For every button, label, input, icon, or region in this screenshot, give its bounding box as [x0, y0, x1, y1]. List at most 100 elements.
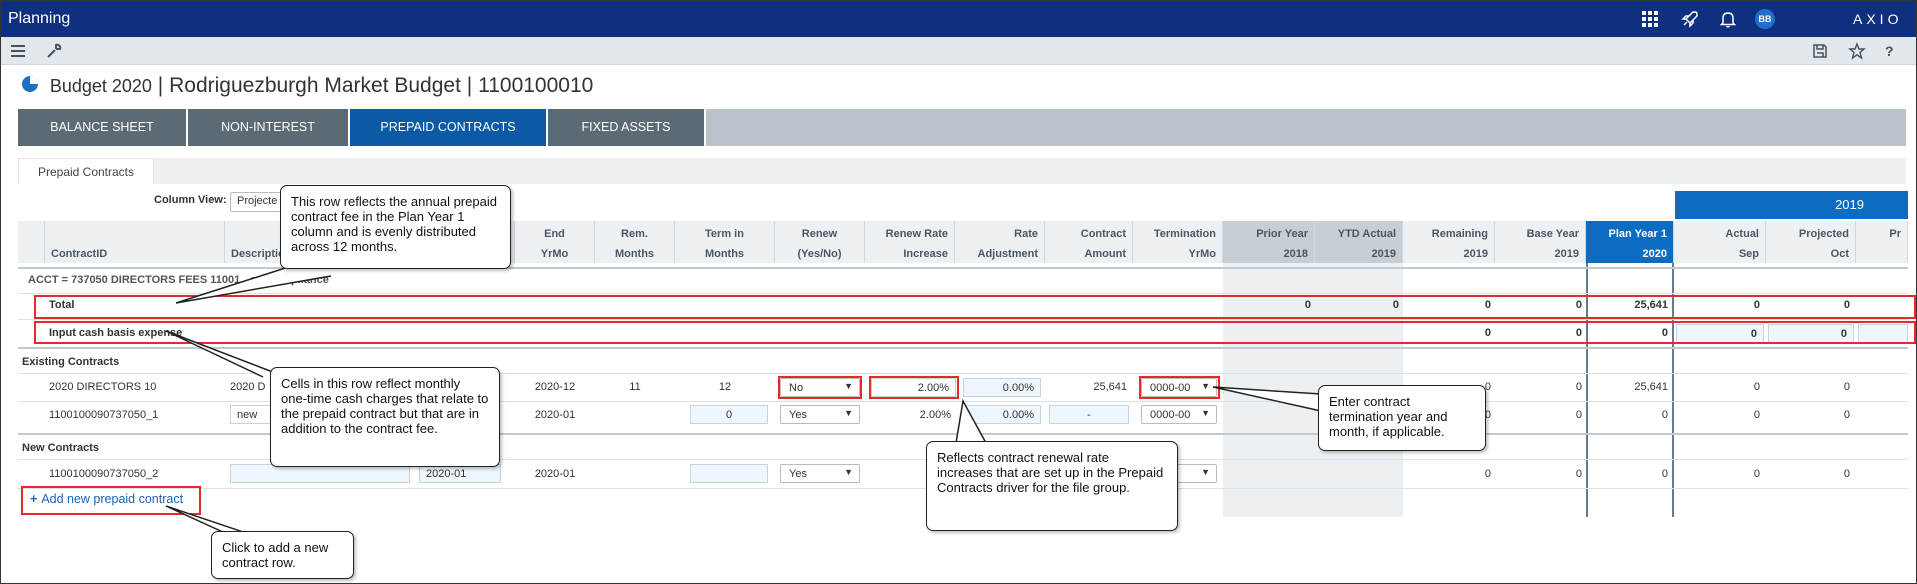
contract-actual-sep: 0 [1753, 381, 1760, 393]
highlight-add-link [21, 486, 201, 515]
highlight-cash-row [34, 321, 1916, 344]
col-header-renew: Renew (Yes/No) [775, 221, 865, 263]
contract-plan-year: 25,641 [1634, 381, 1668, 393]
bell-icon[interactable] [1718, 9, 1738, 29]
budget-name: Rodriguezburgh Market Budget [169, 74, 461, 97]
col-header-remaining: Remaining 2019 [1403, 221, 1495, 263]
contract-projected-oct: 0 [1843, 468, 1850, 480]
callout-annual-fee: This row reflects the annual prepaid con… [280, 185, 511, 269]
col-header-actual-sep: Actual Sep [1674, 221, 1766, 263]
contract-plan-year: 0 [1661, 468, 1668, 480]
budget-code: 1100100010 [478, 74, 594, 97]
year-band: 2019 [1675, 191, 1908, 219]
col-header-rem-months: Rem. Months [595, 221, 675, 263]
contract-actual-sep: 0 [1753, 409, 1760, 421]
contract-projected-oct: 0 [1843, 381, 1850, 393]
help-icon[interactable]: ? [1885, 42, 1903, 60]
contract-end-yrmo: 2020-12 [534, 381, 576, 393]
rate-adjustment-input[interactable]: 0.00% [963, 405, 1041, 424]
title-separator: | [157, 74, 164, 97]
col-header-term-months: Term in Months [675, 221, 775, 263]
tab-non-interest[interactable]: NON-INTEREST [188, 109, 348, 146]
contract-id: 2020 DIRECTORS 10 [49, 381, 157, 393]
col-header-termination: Termination YrMo [1133, 221, 1223, 263]
pie-chart-icon [20, 74, 40, 100]
row-divider [18, 293, 1908, 294]
star-icon[interactable] [1848, 42, 1866, 60]
tab-prepaid-contracts[interactable]: PREPAID CONTRACTS [350, 109, 546, 146]
menu-icon[interactable] [9, 42, 27, 60]
budget-label: Budget 2020 [49, 76, 152, 96]
account-row-label-tail: on Compliance [250, 274, 329, 286]
save-icon[interactable] [1811, 42, 1829, 60]
subtab-prepaid-contracts[interactable]: Prepaid Contracts [18, 158, 154, 184]
term-months-input[interactable]: 0 [690, 405, 768, 424]
contract-base-year: 0 [1575, 468, 1582, 480]
contract-plan-year: 0 [1661, 409, 1668, 421]
tab-bar-filler [706, 109, 1906, 146]
chevron-down-icon: ▼ [844, 467, 853, 477]
renew-select[interactable]: Yes ▼ [780, 464, 860, 483]
contract-amount-input[interactable]: - [1049, 405, 1129, 424]
renew-select[interactable]: Yes ▼ [780, 405, 860, 424]
col-header-blank [18, 221, 45, 263]
col-header-ytd-actual: YTD Actual 2019 [1315, 221, 1403, 263]
col-header-renew-rate: Renew Rate Increase [865, 221, 955, 263]
wrench-icon[interactable] [45, 42, 63, 60]
app-header: Planning BB AXIO [1, 1, 1916, 37]
page-title: Budget 2020 | Rodriguezburgh Market Budg… [20, 74, 593, 100]
callout-add-row: Click to add a new contract row. [211, 531, 354, 579]
callout-renewal-rate: Reflects contract renewal rate increases… [926, 441, 1178, 531]
tab-balance-sheet[interactable]: BALANCE SHEET [18, 109, 186, 146]
existing-contracts-heading: Existing Contracts [22, 356, 120, 368]
highlight-renew-rate-cell [869, 376, 959, 399]
tab-fixed-assets[interactable]: FIXED ASSETS [548, 109, 704, 146]
contract-id: 1100100090737050_1 [49, 409, 159, 421]
highlight-termination-cell [1139, 376, 1220, 399]
row-divider [18, 319, 1908, 320]
contract-rem-months: 11 [629, 381, 641, 393]
col-header-end-yrmo: End YrMo [515, 221, 595, 263]
termination-select[interactable]: 0000-00 ▼ [1141, 405, 1217, 424]
apps-grid-icon[interactable] [1640, 9, 1660, 29]
toolbar: ? [1, 37, 1916, 65]
contract-term-months: 12 [718, 381, 732, 393]
col-header-projected-next: Pr [1856, 221, 1908, 263]
contract-projected-oct: 0 [1843, 409, 1850, 421]
col-header-plan-year-1: Plan Year 1 2020 [1586, 221, 1674, 263]
callout-cash-charges: Cells in this row reflect monthly one-ti… [270, 367, 500, 467]
rate-adjustment-input[interactable]: 0.00% [963, 378, 1041, 397]
contract-base-year: 0 [1575, 409, 1582, 421]
contract-end-yrmo: 2020-01 [534, 468, 576, 480]
contract-remaining: 0 [1484, 468, 1491, 480]
renew-rate-increase: 2.00% [919, 409, 951, 421]
new-contracts-heading: New Contracts [22, 442, 100, 454]
col-header-prior-year: Prior Year 2018 [1223, 221, 1315, 263]
callout-termination: Enter contract termination year and mont… [1318, 385, 1486, 451]
chevron-down-icon: ▼ [1201, 408, 1210, 418]
col-header-contract-amount: Contract Amount [1045, 221, 1133, 263]
user-avatar[interactable]: BB [1755, 9, 1775, 29]
contract-amount: 25,641 [1093, 381, 1127, 393]
chevron-down-icon: ▼ [844, 408, 853, 418]
row-divider [18, 347, 1908, 349]
column-view-label: Column View: [154, 194, 227, 206]
app-window: { "app": { "title": "Planning", "brand":… [0, 0, 1917, 584]
term-months-input[interactable] [690, 464, 768, 483]
col-header-projected-oct: Projected Oct [1766, 221, 1856, 263]
highlight-renew-cell [778, 376, 862, 399]
brand-logo: AXIO [1853, 11, 1903, 27]
col-header-base-year: Base Year 2019 [1495, 221, 1586, 263]
chevron-down-icon: ▼ [1201, 467, 1210, 477]
subtab-bar [154, 158, 1906, 184]
highlight-total-row [34, 295, 1916, 319]
contract-end-yrmo: 2020-01 [534, 409, 576, 421]
app-title: Planning [8, 10, 71, 27]
contract-id: 1100100090737050_2 [49, 468, 159, 480]
contract-actual-sep: 0 [1753, 468, 1760, 480]
col-header-contract-id: ContractID [45, 221, 225, 263]
contract-description: 2020 D [230, 381, 266, 393]
title-separator-2: | [466, 74, 473, 97]
account-row-label: ACCT = 737050 DIRECTORS FEES 11001 [28, 274, 241, 286]
rocket-icon[interactable] [1680, 9, 1700, 29]
